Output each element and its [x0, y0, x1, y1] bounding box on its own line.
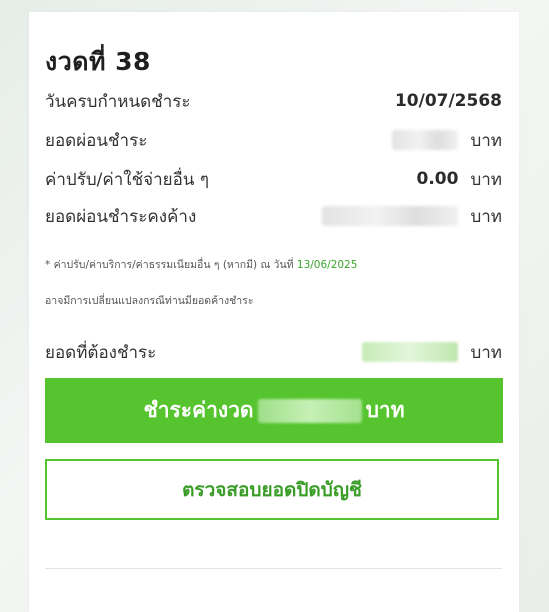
outstanding-unit: บาท: [470, 206, 502, 227]
pay-installment-button[interactable]: ชำระค่างวด บาท: [45, 378, 503, 443]
fee-note-date: 13/06/2025: [296, 259, 358, 271]
pay-button-prefix: ชำระค่างวด: [143, 399, 254, 422]
amount-due-label: ยอดที่ต้องชำระ: [45, 342, 157, 363]
outstanding-row: ยอดผ่อนชำระคงค้าง บาท: [45, 202, 502, 230]
installment-amount-label: ยอดผ่อนชำระ: [45, 130, 148, 151]
fees-value: 0.00: [416, 169, 459, 189]
pay-amount-redacted: [257, 398, 362, 423]
installment-amount-redacted: [392, 130, 459, 150]
amount-due-unit: บาท: [470, 342, 502, 363]
check-payoff-label: ตรวจสอบยอดปิดบัญชี: [182, 479, 362, 501]
change-note: อาจมีการเปลี่ยนแปลงกรณีท่านมียอดค้างชำระ: [45, 295, 254, 307]
fees-row: ค่าปรับ/ค่าใช้จ่ายอื่น ๆ 0.00 บาท: [45, 165, 502, 193]
due-date-row: วันครบกำหนดชำระ 10/07/2568: [45, 87, 502, 115]
fees-label: ค่าปรับ/ค่าใช้จ่ายอื่น ๆ: [45, 169, 209, 190]
fee-note-text: * ค่าปรับ/ค่าบริการ/ค่าธรรมเนียมอื่น ๆ (…: [45, 259, 294, 271]
outstanding-label: ยอดผ่อนชำระคงค้าง: [45, 206, 197, 227]
fees-unit: บาท: [470, 169, 502, 190]
pay-button-suffix: บาท: [365, 399, 405, 422]
due-date-label: วันครบกำหนดชำระ: [45, 91, 191, 112]
divider: [45, 568, 502, 569]
fee-note: * ค่าปรับ/ค่าบริการ/ค่าธรรมเนียมอื่น ๆ (…: [45, 256, 357, 273]
due-date-value: 10/07/2568: [394, 91, 502, 111]
check-payoff-button[interactable]: ตรวจสอบยอดปิดบัญชี: [45, 459, 499, 520]
installment-amount-unit: บาท: [470, 130, 502, 151]
installment-amount-row: ยอดผ่อนชำระ บาท: [45, 126, 502, 154]
amount-due-row: ยอดที่ต้องชำระ บาท: [45, 338, 502, 366]
installment-card: งวดที่ 38 วันครบกำหนดชำระ 10/07/2568 ยอด…: [29, 12, 519, 612]
installment-title: งวดที่ 38: [45, 47, 151, 76]
outstanding-redacted: [322, 206, 459, 226]
amount-due-redacted: [362, 342, 459, 362]
